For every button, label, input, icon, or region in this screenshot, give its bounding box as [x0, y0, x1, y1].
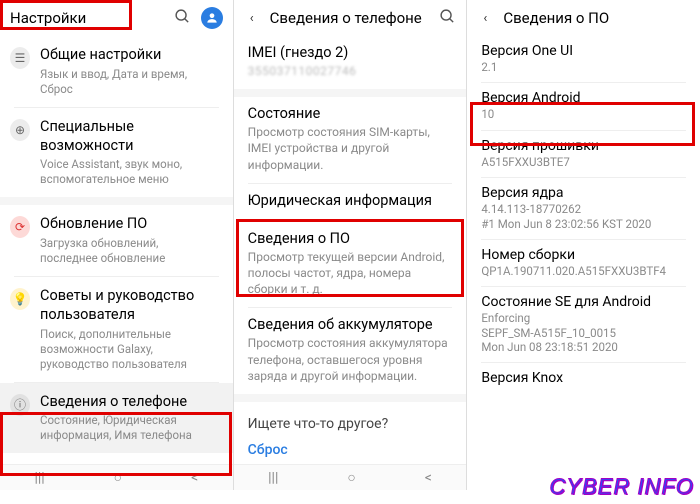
- row-title: Номер сборки: [481, 247, 686, 263]
- kernel-version-row[interactable]: Версия ядра 4.14.113-18770262 #1 Mon Jun…: [467, 178, 700, 239]
- about-phone-header: ‹ Сведения о телефоне: [234, 0, 467, 36]
- back-icon[interactable]: ‹: [477, 11, 493, 26]
- status-row[interactable]: Состояние Просмотр состояния SIM-карты, …: [234, 97, 467, 183]
- settings-item-general[interactable]: ☰ Общие настройки Язык и ввод, Дата и вр…: [0, 36, 233, 107]
- about-phone-title: Сведения о телефоне: [270, 9, 430, 27]
- nav-home[interactable]: ○: [347, 469, 355, 486]
- row-desc: Просмотр состояния SIM-карты, IMEI устро…: [248, 124, 453, 173]
- imei-value: 355037110027746: [248, 63, 453, 79]
- row-desc: 2.1: [481, 60, 686, 74]
- item-desc: Поиск, дополнительные возможности Galaxy…: [40, 327, 219, 372]
- item-desc: Voice Assistant, звук моно, вспомогатель…: [40, 157, 219, 187]
- search-icon[interactable]: [439, 8, 456, 29]
- settings-header: Настройки: [0, 0, 233, 36]
- android-version-row[interactable]: Версия Android 10: [467, 83, 700, 129]
- software-info-title: Сведения о ПО: [503, 9, 690, 27]
- android-navbar: ||| ○ <: [0, 464, 233, 490]
- nav-back[interactable]: <: [425, 470, 432, 486]
- software-info-panel: ‹ Сведения о ПО Версия One UI 2.1 Версия…: [467, 0, 700, 490]
- row-title: Сведения об аккумуляторе: [248, 316, 453, 333]
- row-desc: Просмотр текущей версии Android, полосы …: [248, 249, 453, 298]
- back-icon[interactable]: ‹: [244, 11, 260, 26]
- software-info-row[interactable]: Сведения о ПО Просмотр текущей версии An…: [234, 222, 467, 308]
- row-desc: 4.14.113-18770262 #1 Mon Jun 8 23:02:56 …: [481, 202, 686, 231]
- item-title: Специальные возможности: [40, 118, 219, 156]
- item-title: Сведения о телефоне: [40, 393, 219, 412]
- row-title: Версия One UI: [481, 43, 686, 59]
- row-title: Версия Knox: [481, 370, 686, 386]
- row-desc: 10: [481, 107, 686, 121]
- row-title: Состояние: [248, 105, 453, 122]
- row-desc: QP1A.190711.020.A515FXXU3BTF4: [481, 264, 686, 278]
- item-desc: Язык и ввод, Дата и время, Сброс: [40, 67, 219, 97]
- row-title: Состояние SE для Android: [481, 294, 686, 310]
- looking-for-other: Ищете что-то другое?: [234, 402, 467, 438]
- row-title: Версия ядра: [481, 185, 686, 201]
- se-android-row[interactable]: Состояние SE для Android Enforcing SEPF_…: [467, 287, 700, 362]
- settings-title: Настройки: [10, 9, 164, 27]
- item-desc: Загрузка обновлений, последнее обновлени…: [40, 236, 219, 266]
- item-title: Обновление ПО: [40, 215, 219, 234]
- search-icon[interactable]: [174, 8, 191, 29]
- item-title: Советы и руководство пользователя: [40, 287, 219, 325]
- nav-back[interactable]: <: [191, 470, 198, 486]
- nav-recent[interactable]: |||: [268, 470, 278, 486]
- imei-label: IMEI (гнездо 2): [248, 44, 453, 61]
- row-title: Версия Android: [481, 90, 686, 106]
- item-desc: Состояние, Юридическая информация, Имя т…: [40, 413, 219, 443]
- baseband-version-row[interactable]: Версия прошивки A515FXXU3BTE7: [467, 131, 700, 177]
- knox-version-row[interactable]: Версия Knox: [467, 363, 700, 395]
- tips-icon: 💡: [10, 289, 30, 309]
- android-navbar: ||| ○ <: [234, 464, 467, 490]
- row-title: Версия прошивки: [481, 138, 686, 154]
- row-title: Сведения о ПО: [248, 230, 453, 247]
- row-title: Юридическая информация: [248, 192, 453, 209]
- about-phone-panel: ‹ Сведения о телефоне IMEI (гнездо 2) 35…: [234, 0, 468, 490]
- row-desc: A515FXXU3BTE7: [481, 155, 686, 169]
- nav-home[interactable]: ○: [114, 469, 122, 486]
- battery-info-row[interactable]: Сведения об аккумуляторе Просмотр состоя…: [234, 308, 467, 394]
- one-ui-version-row[interactable]: Версия One UI 2.1: [467, 36, 700, 82]
- legal-row[interactable]: Юридическая информация: [234, 184, 467, 221]
- row-desc: Enforcing SEPF_SM-A515F_10_0015 Mon Jun …: [481, 311, 686, 354]
- settings-item-tips[interactable]: 💡 Советы и руководство пользователя Поис…: [0, 277, 233, 382]
- settings-item-accessibility[interactable]: ⊕ Специальные возможности Voice Assistan…: [0, 108, 233, 198]
- info-icon: ⓘ: [10, 395, 30, 415]
- row-desc: Просмотр состояния аккумулятора телефона…: [248, 335, 453, 384]
- settings-item-about-phone[interactable]: ⓘ Сведения о телефоне Состояние, Юридиче…: [0, 383, 233, 454]
- nav-recent[interactable]: |||: [34, 470, 44, 486]
- watermark: CYBER INFO: [550, 474, 694, 500]
- accessibility-icon: ⊕: [10, 120, 30, 140]
- profile-avatar[interactable]: [201, 7, 223, 29]
- update-icon: ⟳: [10, 217, 30, 237]
- settings-item-update[interactable]: ⟳ Обновление ПО Загрузка обновлений, пос…: [0, 205, 233, 276]
- settings-root-panel: Настройки ☰ Общие настройки Язык и ввод,…: [0, 0, 234, 490]
- imei-row[interactable]: IMEI (гнездо 2) 355037110027746: [234, 36, 467, 89]
- software-info-header: ‹ Сведения о ПО: [467, 0, 700, 36]
- sliders-icon: ☰: [10, 48, 30, 68]
- build-number-row[interactable]: Номер сборки QP1A.190711.020.A515FXXU3BT…: [467, 240, 700, 286]
- item-title: Общие настройки: [40, 46, 219, 65]
